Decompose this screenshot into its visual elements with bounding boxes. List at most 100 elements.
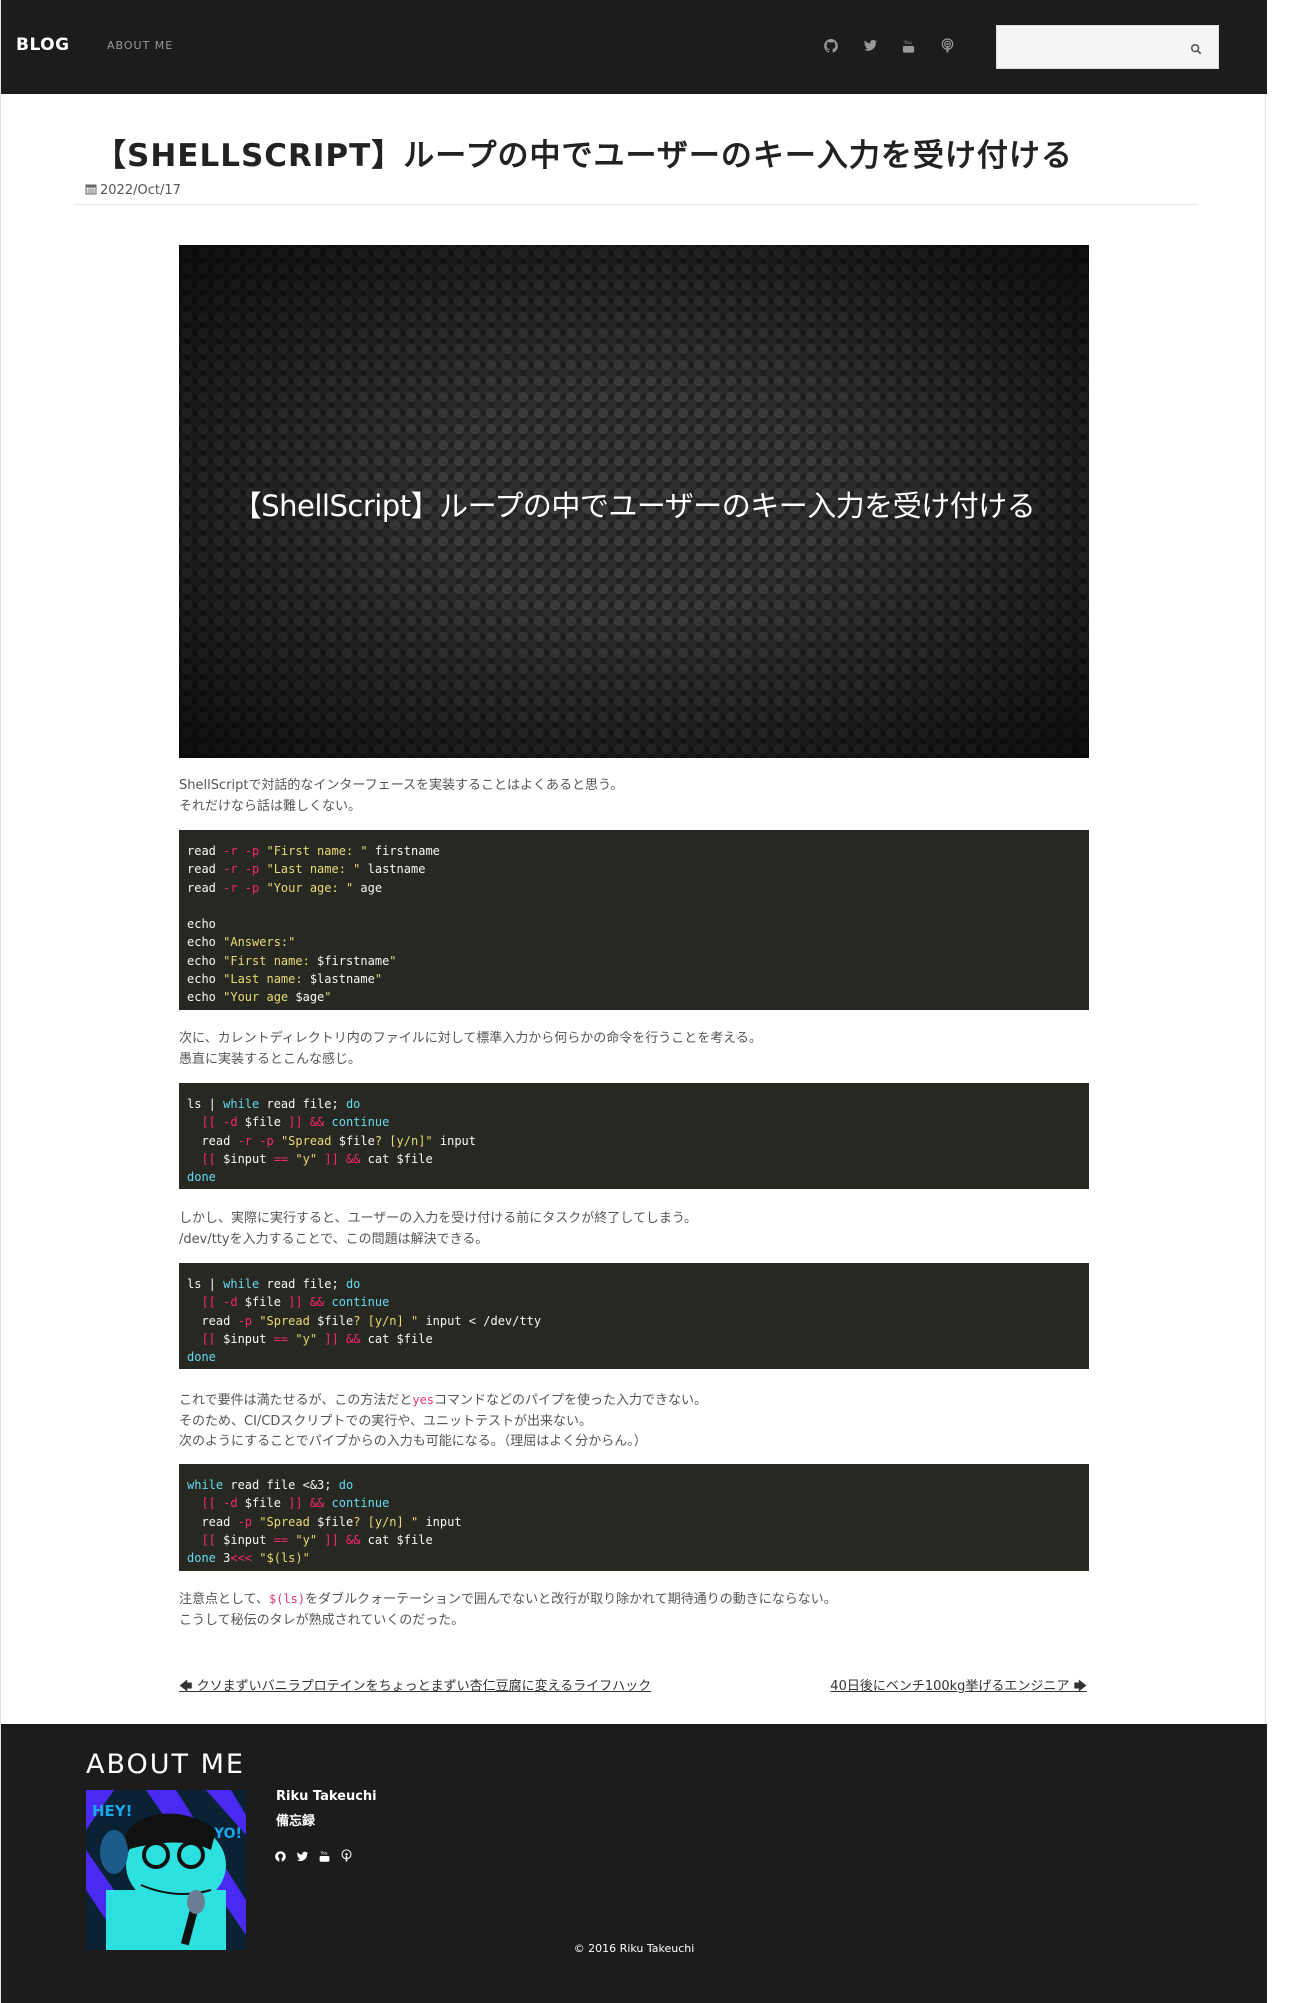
code-token: ]] && bbox=[288, 1295, 325, 1310]
code-token: done bbox=[187, 1170, 216, 1185]
text-segment: これで要件は満たせるが、この方法だと bbox=[179, 1393, 413, 1408]
code-token: "Spread bbox=[259, 1313, 318, 1328]
code-line: echo "Last name: $lastname" bbox=[187, 970, 1081, 988]
code-token: lastname bbox=[360, 862, 426, 877]
code-line: [[ $input == "y" ]] && cat $file bbox=[187, 1531, 1081, 1549]
code-token: ]] && bbox=[324, 1331, 361, 1346]
code-token: cat $file bbox=[360, 1331, 433, 1346]
code-line: [[ -d $file ]] && continue bbox=[187, 1113, 1081, 1131]
arrow-left-icon: 🡄 bbox=[179, 1679, 197, 1694]
code-token: age bbox=[353, 880, 383, 895]
brand-link[interactable]: BLOG bbox=[16, 35, 70, 55]
paragraph: 次に、カレントディレクトリ内のファイルに対して標準入力から何らかの命令を行うこと… bbox=[179, 1029, 1089, 1070]
code-line: echo "First name: $firstname" bbox=[187, 952, 1081, 970]
text-segment: こうして秘伝のタレが熟成されていくのだった。 bbox=[179, 1612, 465, 1628]
code-token: do bbox=[345, 1277, 361, 1291]
youtube-icon[interactable]: You bbox=[318, 1848, 332, 1862]
search-icon[interactable] bbox=[1190, 40, 1204, 55]
code-line: echo "Your age $age" bbox=[187, 988, 1081, 1006]
top-navbar: BLOG ABOUT ME You bbox=[1, 0, 1267, 94]
text-segment: 次に、カレントディレクトリ内のファイルに対して標準入力から何らかの命令を行うこと… bbox=[179, 1031, 762, 1046]
code-token: [[ bbox=[201, 1331, 216, 1346]
code-token: "y" bbox=[295, 1331, 318, 1346]
arrow-right-icon: 🡆 bbox=[1069, 1679, 1087, 1694]
code-token: read bbox=[187, 1133, 238, 1148]
code-token: do bbox=[338, 1478, 354, 1492]
search-input[interactable] bbox=[997, 26, 1177, 68]
text-segment: /dev/ttyを入力することで、この問題は解決できる。 bbox=[179, 1231, 489, 1247]
search-box bbox=[996, 25, 1219, 69]
code-token: continue bbox=[331, 1295, 390, 1310]
title-divider bbox=[74, 204, 1198, 205]
code-block: ls | while read file; do [[ -d $file ]] … bbox=[179, 1083, 1089, 1189]
code-token: read file <&3; bbox=[223, 1478, 339, 1492]
paragraph-line: そのため、CI/CDスクリプトでの実行や、ユニットテストが出来ない。 bbox=[179, 1412, 1089, 1433]
code-token: -p bbox=[237, 1514, 253, 1529]
svg-text:You: You bbox=[903, 40, 912, 46]
paragraph-line: /dev/ttyを入力することで、この問題は解決できる。 bbox=[179, 1230, 1089, 1251]
code-token: $input bbox=[215, 1532, 274, 1547]
prev-post-link[interactable]: 🡄 クソまずいバニラプロテインをちょっとまずい杏仁豆腐に変えるライフハック bbox=[179, 1675, 651, 1699]
code-token: echo bbox=[187, 990, 224, 1005]
code-token: "Last name: bbox=[223, 972, 310, 987]
code-line: [[ -d $file ]] && continue bbox=[187, 1293, 1081, 1311]
code-token: ? [y/n] " bbox=[353, 1313, 419, 1328]
code-line: [[ $input == "y" ]] && cat $file bbox=[187, 1330, 1081, 1348]
code-token: $file bbox=[338, 1133, 375, 1148]
code-line: echo "Answers:" bbox=[187, 933, 1081, 951]
code-token: read bbox=[187, 844, 224, 858]
code-line: echo bbox=[187, 915, 1081, 933]
code-token: <<< bbox=[230, 1551, 253, 1566]
podcast-icon[interactable] bbox=[340, 1848, 354, 1862]
code-token: " bbox=[374, 972, 383, 987]
code-token: -r -p bbox=[237, 1133, 274, 1148]
twitter-icon[interactable] bbox=[296, 1848, 310, 1862]
code-token: cat $file bbox=[360, 1532, 433, 1547]
text-segment: 愚直に実装するとこんな感じ。 bbox=[179, 1051, 362, 1067]
post-title: 【SHELLSCRIPT】ループの中でユーザーのキー入力を受け付ける bbox=[95, 138, 1073, 174]
svg-text:You: You bbox=[319, 1850, 327, 1855]
code-token: "$(ls)" bbox=[259, 1551, 310, 1566]
code-line: ls | while read file; do bbox=[187, 1275, 1081, 1293]
code-block: ls | while read file; do [[ -d $file ]] … bbox=[179, 1263, 1089, 1369]
avatar-text-hey: HEY! bbox=[92, 1802, 133, 1820]
code-token: $age bbox=[295, 990, 325, 1005]
code-token: input < /dev/tty bbox=[418, 1313, 542, 1328]
paragraph-line: 注意点として、$(ls)をダブルクォーテーションで囲んでないと改行が取り除かれて… bbox=[179, 1589, 1089, 1611]
code-token: -r -p bbox=[223, 880, 260, 895]
paragraph: ShellScriptで対話的なインターフェースを実装することはよくあると思う。… bbox=[179, 776, 1089, 817]
paragraph-line: こうして秘伝のタレが熟成されていくのだった。 bbox=[179, 1611, 1089, 1632]
github-icon[interactable] bbox=[823, 38, 841, 56]
code-token: [[ -d bbox=[201, 1295, 238, 1310]
github-icon[interactable] bbox=[274, 1848, 288, 1863]
prev-post-title: クソまずいバニラプロテインをちょっとまずい杏仁豆腐に変えるライフハック bbox=[196, 1679, 652, 1694]
podcast-icon[interactable] bbox=[940, 38, 958, 56]
youtube-icon[interactable]: You bbox=[901, 38, 919, 56]
nav-link-about-me[interactable]: ABOUT ME bbox=[107, 39, 173, 52]
avatar: HEY! YO! bbox=[86, 1790, 246, 1950]
code-token: read bbox=[187, 880, 224, 895]
paragraph-line: これで要件は満たせるが、この方法だとyesコマンドなどのパイプを使った入力できな… bbox=[179, 1390, 1089, 1412]
code-token: [[ -d bbox=[201, 1496, 238, 1511]
code-token: read bbox=[187, 1313, 238, 1328]
code-token: -r -p bbox=[223, 844, 260, 858]
code-block: read -r -p "First name: " firstname read … bbox=[179, 830, 1089, 1010]
next-post-link[interactable]: 40日後にベンチ100kg挙げるエンジニア 🡆 bbox=[830, 1675, 1087, 1699]
code-token: done bbox=[187, 1551, 216, 1566]
code-token: ? [y/n] " bbox=[353, 1514, 419, 1529]
code-token: $input bbox=[215, 1331, 274, 1346]
code-token: "First name: " bbox=[266, 844, 368, 858]
code-token: echo bbox=[187, 917, 216, 932]
twitter-icon[interactable] bbox=[863, 38, 881, 56]
code-line: [[ -d $file ]] && continue bbox=[187, 1494, 1081, 1512]
code-token: read file; bbox=[259, 1097, 346, 1111]
paragraph: しかし、実際に実行すると、ユーザーの入力を受け付ける前にタスクが終了してしまう。… bbox=[179, 1209, 1089, 1250]
code-token: " bbox=[324, 990, 332, 1005]
code-token: [[ bbox=[201, 1151, 216, 1166]
author-name: Riku Takeuchi bbox=[276, 1789, 377, 1804]
code-token: ]] && bbox=[324, 1151, 361, 1166]
